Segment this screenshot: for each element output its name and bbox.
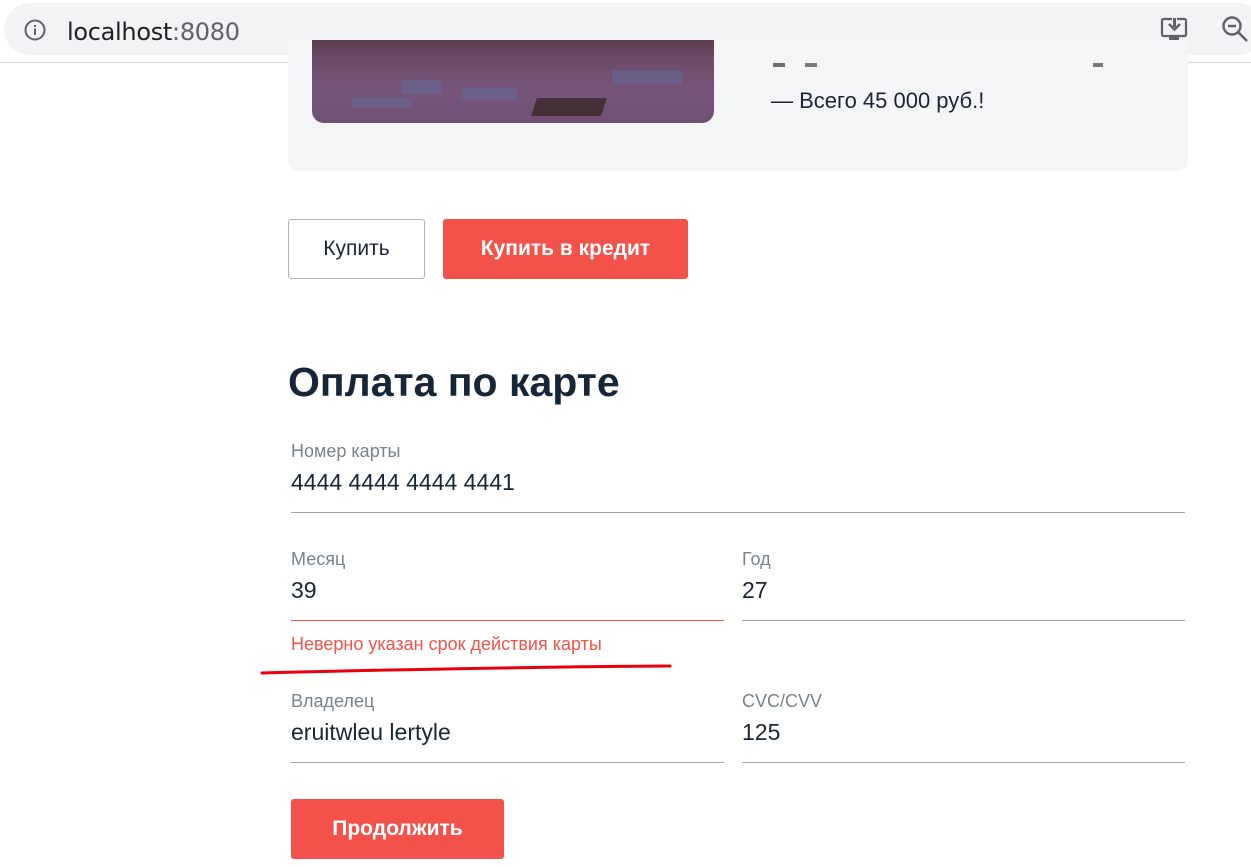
card-number-field[interactable]: Номер карты 4444 4444 4444 4441 <box>288 440 1185 513</box>
image-detail <box>531 98 607 116</box>
month-label: Месяц <box>291 549 346 569</box>
install-icon[interactable] <box>1160 15 1190 43</box>
product-total: — Всего 45 000 руб.! <box>771 88 985 113</box>
field-underline <box>742 620 1185 621</box>
annotation-underline <box>260 664 672 675</box>
url-port: :8080 <box>172 18 240 46</box>
image-detail <box>402 80 442 94</box>
month-field[interactable]: Месяц 39 <box>288 548 724 621</box>
field-underline <box>291 512 1185 513</box>
product-image <box>312 40 714 123</box>
year-input[interactable]: 27 <box>742 575 1166 605</box>
year-field[interactable]: Год 27 <box>739 548 1185 621</box>
cvc-input[interactable]: 125 <box>742 717 1166 747</box>
field-underline <box>742 762 1185 763</box>
url-host: localhost <box>67 18 173 46</box>
image-detail <box>462 88 517 100</box>
field-underline-error <box>291 620 724 621</box>
continue-button[interactable]: Продолжить <box>291 799 504 859</box>
page-title: Оплата по карте <box>288 359 620 405</box>
card-number-label: Номер карты <box>291 441 401 461</box>
url-text[interactable]: localhost:8080 <box>67 17 240 47</box>
month-error-message: Неверно указан срок действия карты <box>291 634 602 654</box>
buy-credit-button[interactable]: Купить в кредит <box>443 219 688 279</box>
card-number-input[interactable]: 4444 4444 4444 4441 <box>291 467 1143 497</box>
field-underline <box>291 762 724 763</box>
clipped-text-line <box>773 63 1103 67</box>
month-input[interactable]: 39 <box>291 575 705 605</box>
owner-label: Владелец <box>291 691 375 711</box>
owner-field[interactable]: Владелец eruitwleu lertyle <box>288 690 724 763</box>
image-detail <box>352 98 412 108</box>
cvc-field[interactable]: CVC/CVV 125 <box>739 690 1185 763</box>
info-icon[interactable] <box>24 19 46 41</box>
owner-input[interactable]: eruitwleu lertyle <box>291 717 705 747</box>
cvc-label: CVC/CVV <box>742 691 823 711</box>
zoom-out-icon[interactable] <box>1220 14 1250 44</box>
year-label: Год <box>742 549 771 569</box>
buy-button[interactable]: Купить <box>288 219 425 279</box>
image-detail <box>612 70 682 84</box>
